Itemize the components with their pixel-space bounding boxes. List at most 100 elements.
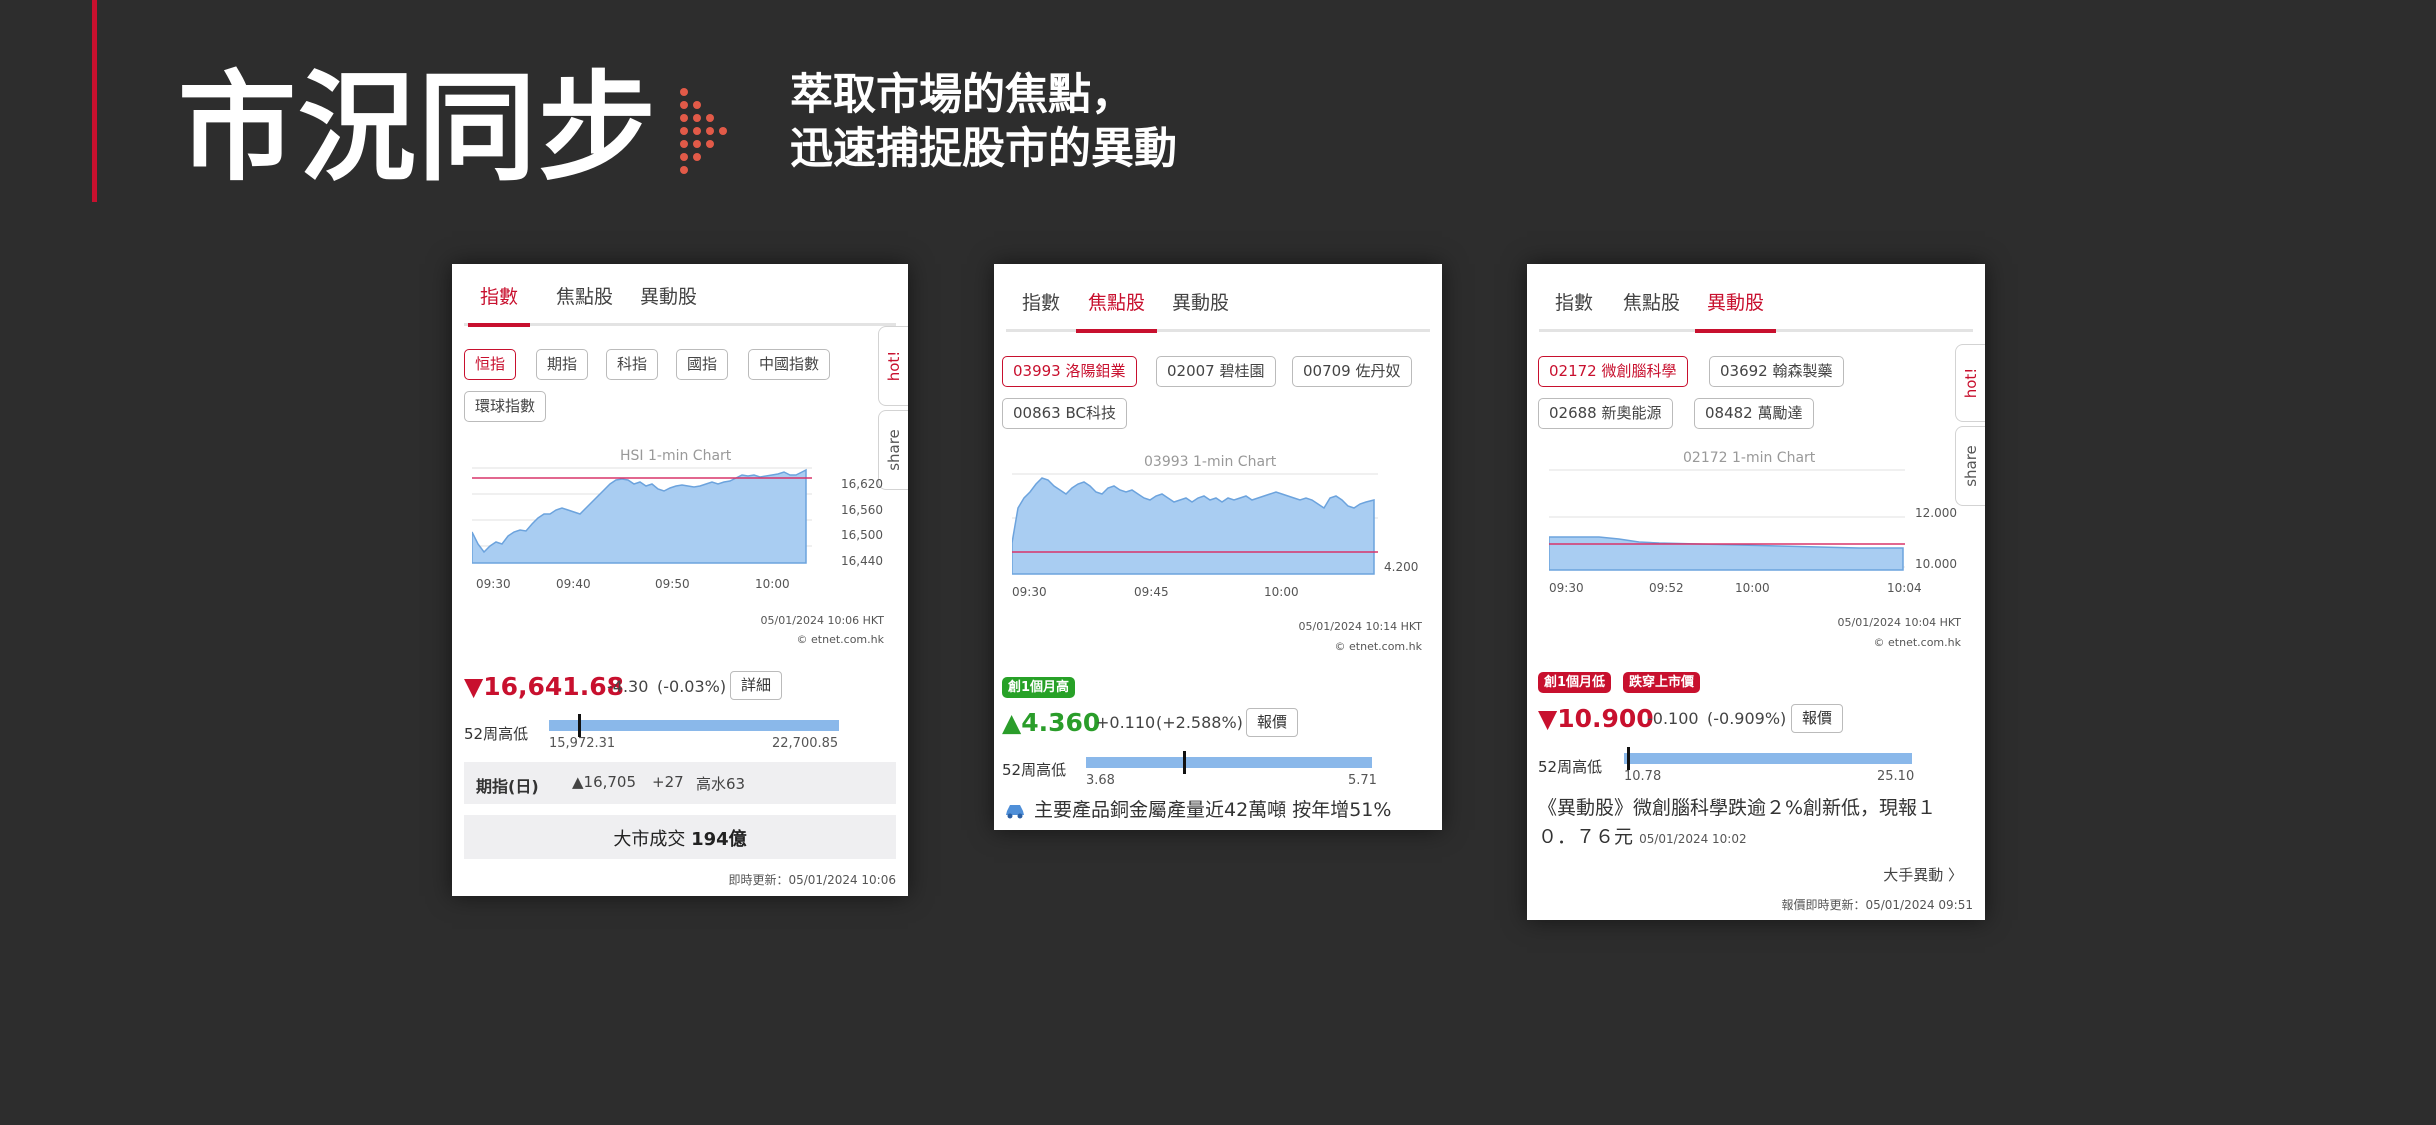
- x-tick: 09:40: [556, 577, 591, 591]
- week52-high: 5.71: [1348, 773, 1377, 788]
- tagline-line-2: 迅速捕捉股市的異動: [790, 124, 1177, 174]
- tab-index[interactable]: 指數: [1543, 284, 1605, 332]
- chip-futures[interactable]: 期指: [536, 349, 589, 380]
- chip-03692[interactable]: 03692 翰森製藥: [1709, 356, 1844, 387]
- chip-tech[interactable]: 科指: [606, 349, 659, 380]
- accent-bar: [92, 0, 97, 202]
- tab-movers[interactable]: 異動股: [628, 278, 709, 326]
- tab-movers[interactable]: 異動股: [1695, 284, 1777, 333]
- share-side-tab[interactable]: share: [1955, 426, 1985, 506]
- index-price: ▼16,641.68: [464, 672, 624, 701]
- quote-button[interactable]: 報價: [1246, 708, 1299, 737]
- status-badge: 創1個月高: [1002, 677, 1076, 698]
- chip-08482[interactable]: 08482 萬勵達: [1694, 398, 1814, 429]
- tagline-line-1: 萃取市場的焦點，: [790, 70, 1134, 120]
- chip-02688[interactable]: 02688 新奧能源: [1538, 398, 1673, 429]
- x-tick: 09:50: [655, 577, 690, 591]
- news-headline[interactable]: 主要產品銅金屬產量近42萬噸 按年增51%: [1034, 796, 1391, 825]
- focus-panel: 指數 焦點股 異動股 03993 洛陽鉬業 02007 碧桂園 00709 佐丹…: [994, 264, 1442, 830]
- y-tick: 4.200: [1384, 560, 1419, 574]
- chip-02172[interactable]: 02172 微創腦科學: [1538, 356, 1688, 387]
- detail-button[interactable]: 詳細: [730, 671, 783, 700]
- week52-range-bar: [549, 720, 839, 731]
- mover-stock-chart: [1549, 469, 1905, 571]
- week52-current-marker: [1626, 747, 1630, 770]
- futures-discount: 高水63: [696, 775, 746, 793]
- big-move-link[interactable]: 大手異動 〉: [1883, 864, 1963, 885]
- chart-timestamp: 05/01/2024 10:14 HKT: [1298, 620, 1422, 633]
- x-tick: 10:00: [1264, 585, 1299, 599]
- news-headline[interactable]: 《異動股》微創腦科學跌逾２%創新低，現報１０．７６元 05/01/2024 10…: [1538, 794, 1958, 854]
- car-icon: [1006, 805, 1024, 819]
- stock-price: ▼10.900: [1538, 704, 1654, 733]
- futures-price: ▲16,705: [572, 773, 637, 791]
- week52-low: 15,972.31: [549, 736, 616, 751]
- stock-change: -0.100: [1647, 709, 1699, 728]
- tab-index[interactable]: 指數: [468, 278, 531, 327]
- chip-global[interactable]: 環球指數: [464, 391, 547, 422]
- y-tick: 16,620: [841, 477, 883, 491]
- tab-focus-stocks[interactable]: 焦點股: [544, 278, 625, 326]
- chip-hscei[interactable]: 國指: [676, 349, 729, 380]
- tab-index[interactable]: 指數: [1010, 284, 1072, 332]
- turnover-label: 大市成交: [613, 829, 686, 850]
- chip-china[interactable]: 中國指數: [748, 349, 831, 380]
- x-tick: 09:45: [1134, 585, 1169, 599]
- y-tick: 12.000: [1915, 506, 1957, 520]
- hot-side-tab[interactable]: hot!: [1955, 344, 1985, 422]
- chart-source: © etnet.com.hk: [1873, 636, 1961, 649]
- stock-change-pct: (-0.909%): [1707, 709, 1787, 728]
- dot-arrow-icon: [680, 88, 727, 174]
- focus-stock-chart: [1012, 473, 1378, 575]
- hot-side-tab[interactable]: hot!: [878, 326, 908, 406]
- week52-current-marker: [1183, 751, 1187, 774]
- stock-change: +0.110: [1096, 713, 1156, 732]
- x-tick: 10:00: [755, 577, 790, 591]
- chip-00709[interactable]: 00709 佐丹奴: [1292, 356, 1412, 387]
- tab-focus-stocks[interactable]: 焦點股: [1611, 284, 1692, 332]
- chip-03993[interactable]: 03993 洛陽鉬業: [1002, 356, 1137, 387]
- x-tick: 09:52: [1649, 581, 1684, 595]
- chart-timestamp: 05/01/2024 10:04 HKT: [1837, 616, 1961, 629]
- y-tick: 16,440: [841, 554, 883, 568]
- week52-range-bar: [1086, 757, 1372, 768]
- week52-low: 10.78: [1624, 769, 1662, 784]
- tab-movers[interactable]: 異動股: [1160, 284, 1241, 332]
- update-time: 即時更新：05/01/2024 10:06: [728, 873, 896, 887]
- week52-current-marker: [578, 714, 581, 737]
- x-tick: 09:30: [476, 577, 511, 591]
- chart-timestamp: 05/01/2024 10:06 HKT: [760, 614, 884, 627]
- y-tick: 16,560: [841, 503, 883, 517]
- tab-bar: 指數 焦點股 異動股: [464, 278, 896, 327]
- slide-headline: 市況同步: [178, 59, 659, 197]
- hot-label: hot!: [1961, 367, 1980, 399]
- stock-change-pct: (+2.588%): [1156, 713, 1243, 732]
- hsi-chart: [472, 467, 812, 564]
- status-badge: 跌穿上市價: [1623, 672, 1701, 693]
- y-tick: 16,500: [841, 528, 883, 542]
- quote-button[interactable]: 報價: [1791, 704, 1844, 733]
- y-tick: 10.000: [1915, 557, 1957, 571]
- turnover-value: 194億: [691, 829, 747, 850]
- tab-focus-stocks[interactable]: 焦點股: [1076, 284, 1158, 333]
- week52-label: 52周高低: [1002, 761, 1067, 779]
- week52-high: 25.10: [1877, 769, 1915, 784]
- x-tick: 09:30: [1012, 585, 1047, 599]
- futures-row: 期指(日) ▲16,705 +27 高水63: [464, 762, 896, 804]
- movers-panel: 指數 焦點股 異動股 02172 微創腦科學 03692 翰森製藥 02688 …: [1527, 264, 1985, 920]
- futures-label: 期指(日): [476, 777, 539, 796]
- tab-bar: 指數 焦點股 異動股: [1539, 284, 1973, 333]
- week52-low: 3.68: [1086, 773, 1115, 788]
- update-time: 報價即時更新：05/01/2024 09:51: [1781, 898, 1973, 912]
- hot-label: hot!: [884, 350, 903, 382]
- news-time: 05/01/2024 10:02: [1639, 832, 1747, 846]
- index-panel: 指數 焦點股 異動股 恒指 期指 科指 國指 中國指數 環球指數 hot! sh…: [452, 264, 908, 896]
- share-label: share: [884, 429, 903, 471]
- chip-hsi[interactable]: 恒指: [464, 349, 517, 380]
- chip-02007[interactable]: 02007 碧桂園: [1156, 356, 1276, 387]
- stock-price: ▲4.360: [1002, 708, 1101, 737]
- week52-label: 52周高低: [1538, 758, 1603, 776]
- index-change-pct: (-0.03%): [657, 677, 727, 696]
- index-change: -4.30: [607, 677, 649, 696]
- chip-00863[interactable]: 00863 BC科技: [1002, 398, 1127, 429]
